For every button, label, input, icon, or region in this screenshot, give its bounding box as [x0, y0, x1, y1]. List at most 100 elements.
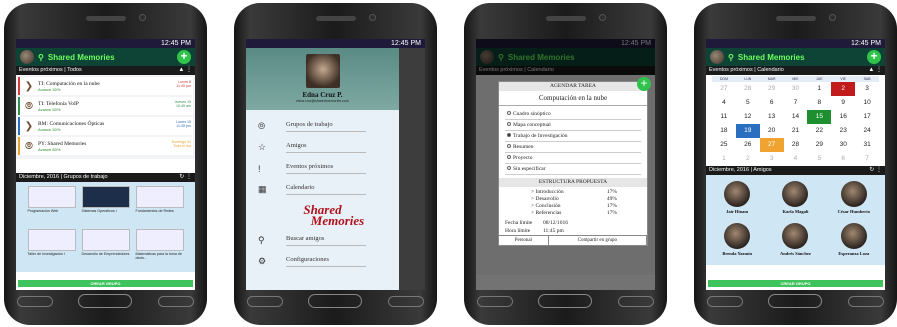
calendar-day[interactable]: 25	[712, 138, 736, 152]
calendar-day[interactable]: 3	[855, 82, 879, 96]
home-button[interactable]	[78, 294, 133, 308]
calendar-day[interactable]: 15	[807, 110, 832, 124]
calendar-day[interactable]: 30	[831, 138, 855, 152]
calendar-day[interactable]: 22	[807, 124, 831, 138]
event-item[interactable]: ⦾ TI: Telefonía VoIP Avance 50% Jueves 15…	[18, 97, 193, 115]
calendar-day[interactable]: 17	[855, 110, 879, 124]
option-project[interactable]: Proyecto	[505, 153, 641, 164]
recent-apps-button[interactable]	[246, 295, 283, 307]
back-button[interactable]	[158, 295, 195, 307]
calendar-day[interactable]: 6	[760, 96, 784, 110]
calendar-day[interactable]: 6	[831, 152, 855, 166]
home-button[interactable]	[768, 294, 823, 308]
menu-calendar[interactable]: ▦ Calendario	[246, 179, 399, 200]
event-item[interactable]: ❯ RM: Comunicaciones Ópticas Avance 50% L…	[18, 117, 193, 135]
calendar-day[interactable]: 10	[855, 96, 879, 110]
group-tile[interactable]: Taller de Investigación I	[27, 228, 76, 263]
add-button[interactable]: +	[867, 50, 881, 64]
calendar-day[interactable]: 3	[760, 152, 784, 166]
menu-events[interactable]: ! Eventos próximos	[246, 158, 399, 179]
calendar-day[interactable]: 29	[807, 138, 831, 152]
back-button[interactable]	[848, 295, 885, 307]
friend-card[interactable]: Jair Hinam	[710, 181, 765, 219]
tab-personal[interactable]: Personal	[499, 236, 549, 245]
friend-card[interactable]: César Humberto	[826, 181, 881, 219]
menu-friends[interactable]: ☆ Amigos	[246, 137, 399, 158]
friend-card[interactable]: Karla Magali	[768, 181, 823, 219]
home-button[interactable]	[308, 294, 363, 308]
avatar[interactable]	[20, 50, 34, 64]
calendar-day[interactable]: 1	[712, 152, 736, 166]
more-icon[interactable]: ▲ ⋮	[868, 66, 882, 75]
option-research[interactable]: Trabajo de Investigación	[505, 131, 641, 142]
menu-settings[interactable]: ⚙ Configuraciones	[246, 251, 399, 272]
profile-photo[interactable]	[305, 54, 340, 88]
back-button[interactable]	[388, 295, 425, 307]
add-button[interactable]: +	[177, 50, 191, 64]
create-group-button[interactable]: CREAR GRUPO	[708, 280, 883, 287]
group-tile[interactable]: Fundamentos de Redes	[135, 186, 184, 220]
calendar-day[interactable]: 13	[760, 110, 784, 124]
option-concept-map[interactable]: Mapa conceptual	[505, 120, 641, 131]
calendar-day[interactable]: 4	[712, 96, 736, 110]
friend-card[interactable]: Andrés Sánchez	[768, 223, 823, 261]
calendar-day[interactable]: 5	[807, 152, 831, 166]
calendar-day[interactable]: 18	[712, 124, 736, 138]
calendar-day[interactable]: 27	[759, 138, 784, 152]
calendar-day[interactable]: 26	[736, 138, 760, 152]
calendar-day[interactable]: 20	[760, 124, 784, 138]
home-button[interactable]	[538, 294, 593, 308]
recent-apps-button[interactable]	[16, 295, 53, 307]
calendar-day[interactable]: 14	[784, 110, 808, 124]
option-unspecified[interactable]: Sin especificar	[505, 164, 641, 175]
calendar-day[interactable]: 5	[736, 96, 760, 110]
calendar-day[interactable]: 31	[855, 138, 879, 152]
recent-apps-button[interactable]	[706, 295, 743, 307]
option-synoptic[interactable]: Cuadro sinóptico	[505, 109, 641, 120]
calendar-day[interactable]: 7	[855, 152, 879, 166]
search-icon[interactable]: ⚲	[728, 53, 734, 62]
calendar-day[interactable]: 30	[784, 82, 808, 96]
calendar-day[interactable]: 11	[712, 110, 736, 124]
more-icon[interactable]: ▲ ⋮	[178, 66, 192, 75]
calendar-day[interactable]: 1	[807, 82, 831, 96]
calendar-day[interactable]: 27	[712, 82, 736, 96]
recent-apps-button[interactable]	[476, 295, 513, 307]
add-button[interactable]: +	[637, 77, 651, 91]
create-group-button[interactable]: CREAR GRUPO	[18, 280, 193, 287]
calendar-day[interactable]: 7	[784, 96, 808, 110]
group-tile[interactable]: Matemáticas para la toma de decis...	[135, 228, 184, 263]
search-icon[interactable]: ⚲	[38, 53, 44, 62]
menu-groups[interactable]: ⦾ Grupos de trabajo	[246, 116, 399, 137]
calendar-day[interactable]: 28	[736, 82, 760, 96]
back-button[interactable]	[618, 295, 655, 307]
tab-share-group[interactable]: Compartir en grupo	[549, 236, 647, 245]
group-tile[interactable]: Desarrollo de Emprendedores	[81, 228, 130, 263]
calendar-day[interactable]: 21	[784, 124, 808, 138]
group-tile[interactable]: Sistemas Operativos I	[81, 186, 130, 220]
calendar-day[interactable]: 2	[736, 152, 760, 166]
calendar-day[interactable]: 24	[855, 124, 879, 138]
calendar-day[interactable]: 12	[736, 110, 760, 124]
time-row[interactable]: Hora límite 11:45 pm	[499, 227, 647, 235]
option-summary[interactable]: Resumen	[505, 142, 641, 153]
friend-card[interactable]: Esperanza Loza	[826, 223, 881, 261]
refresh-icon[interactable]: ↻ ⋮	[869, 166, 882, 175]
deadline-row[interactable]: Fecha límite 08/12/1016	[499, 219, 647, 227]
event-item[interactable]: ⦾ PY: Shared Memories Avance 80% Domingo …	[18, 137, 193, 155]
event-item[interactable]: ❯ TI: Computación en la nube Avance 30% L…	[18, 77, 193, 95]
calendar-day[interactable]: 2	[831, 82, 856, 96]
friend-card[interactable]: Brenda Yazmín	[710, 223, 765, 261]
calendar-day[interactable]: 28	[784, 138, 808, 152]
calendar-day[interactable]: 8	[807, 96, 831, 110]
calendar-day[interactable]: 16	[831, 110, 855, 124]
calendar-day[interactable]: 23	[831, 124, 855, 138]
group-tile[interactable]: Programación Web	[27, 186, 76, 220]
refresh-icon[interactable]: ↻ ⋮	[179, 173, 192, 182]
avatar[interactable]	[710, 50, 724, 64]
calendar-day[interactable]: 9	[831, 96, 855, 110]
calendar-day[interactable]: 19	[735, 124, 760, 138]
menu-search-friends[interactable]: ⚲ Buscar amigos	[246, 230, 399, 251]
calendar-day[interactable]: 4	[784, 152, 808, 166]
calendar-day[interactable]: 29	[760, 82, 784, 96]
